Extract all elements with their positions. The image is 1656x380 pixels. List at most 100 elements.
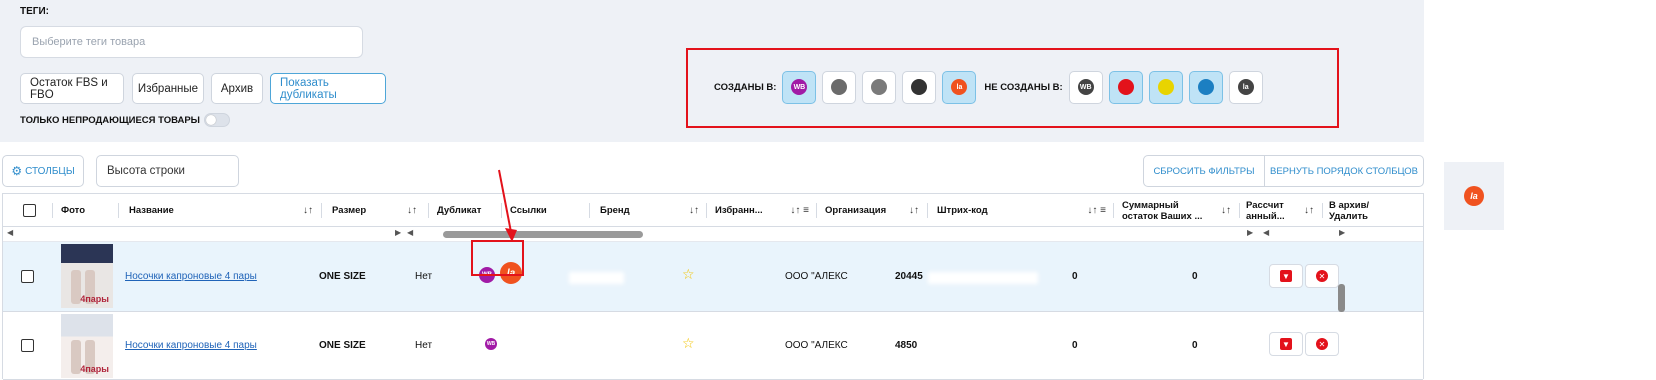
scroll-left-icon[interactable]: ◀ xyxy=(407,228,413,237)
not-created-sber-button[interactable] xyxy=(1188,70,1223,104)
column-separator xyxy=(1113,203,1114,218)
ozon-icon xyxy=(1117,79,1134,95)
red-arrow-annotation xyxy=(498,169,517,242)
col-duplicate-label: Дубликат xyxy=(437,205,482,216)
row-height-select[interactable]: Высота строки xyxy=(96,155,239,187)
favorite-star-icon[interactable]: ☆ xyxy=(682,335,695,352)
product-size: ONE SIZE xyxy=(319,340,366,351)
archive-button[interactable]: ▼ xyxy=(1269,264,1303,288)
sort-icon[interactable]: ↓↑ xyxy=(1304,205,1314,216)
sort-icon[interactable]: ↓↑ xyxy=(909,205,919,216)
lamoda-icon: la xyxy=(1464,186,1484,206)
only-unsold-toggle[interactable] xyxy=(203,113,230,127)
column-separator xyxy=(816,203,817,218)
calculated-value: 0 xyxy=(1192,271,1198,282)
reset-filters-button[interactable]: СБРОСИТЬ ФИЛЬТРЫ xyxy=(1143,155,1265,187)
sber-icon xyxy=(1197,79,1214,95)
gear-icon: ⚙ xyxy=(11,164,23,178)
created-sber-button[interactable] xyxy=(902,70,937,104)
col-photo[interactable]: Фото xyxy=(61,194,117,227)
col-archive-label-2: Удалить xyxy=(1329,210,1368,222)
yandex-icon xyxy=(1157,79,1174,95)
col-name[interactable]: Название ↓↑ xyxy=(129,194,319,227)
sort-icon[interactable]: ↓↑ xyxy=(689,205,699,216)
not-created-lamoda-button[interactable]: la xyxy=(1228,70,1263,104)
scroll-right-icon[interactable]: ▶ xyxy=(395,228,401,237)
scroll-left-icon[interactable]: ◀ xyxy=(1263,228,1269,237)
only-unsold-label: ТОЛЬКО НЕПРОДАЮЩИЕСЯ ТОВАРЫ xyxy=(20,114,200,126)
sort-filter-icon[interactable]: ↓↑ ≡ xyxy=(1087,205,1106,216)
column-separator xyxy=(321,203,322,218)
wb-link-icon[interactable]: WB xyxy=(485,338,497,350)
stock-fbs-fbo-chip[interactable]: Остаток FBS и FBO xyxy=(20,73,124,104)
row-checkbox[interactable] xyxy=(21,339,34,352)
col-brand-label: Бренд xyxy=(600,205,630,216)
favorite-star-icon[interactable]: ☆ xyxy=(682,266,695,283)
photo-tag: 4пары xyxy=(80,294,109,304)
created-wb-button[interactable]: WB xyxy=(782,70,817,104)
delete-button[interactable]: ✕ xyxy=(1305,264,1339,288)
row-checkbox[interactable] xyxy=(21,270,34,283)
barcode-value: 4850 xyxy=(895,340,918,351)
total-stock-value: 0 xyxy=(1072,340,1078,351)
column-separator xyxy=(1322,203,1323,218)
created-in-label: СОЗДАНЫ В: xyxy=(714,81,777,93)
scroll-right-icon[interactable]: ▶ xyxy=(1247,228,1253,237)
product-photo[interactable]: 4пары xyxy=(61,244,113,308)
archive-chip[interactable]: Архив xyxy=(211,73,263,104)
col-calculated-label-2: анный... xyxy=(1246,210,1285,222)
column-separator xyxy=(927,203,928,218)
archive-icon: ▼ xyxy=(1280,270,1292,282)
not-created-wb-button[interactable]: WB xyxy=(1068,70,1103,104)
lamoda-icon: la xyxy=(1237,79,1254,95)
created-yandex-button[interactable] xyxy=(862,70,897,104)
not-created-yandex-button[interactable] xyxy=(1148,70,1183,104)
col-favorite[interactable]: Избранн... ↓↑ ≡ xyxy=(715,194,815,227)
col-barcode[interactable]: Штрих-код ↓↑ ≡ xyxy=(937,194,1112,227)
scroll-left-icon[interactable]: ◀ xyxy=(7,228,13,237)
vertical-scrollbar-thumb[interactable] xyxy=(1338,284,1345,312)
col-organization[interactable]: Организация ↓↑ xyxy=(825,194,925,227)
column-separator xyxy=(706,203,707,218)
col-brand[interactable]: Бренд ↓↑ xyxy=(600,194,705,227)
duplicate-value: Нет xyxy=(415,340,433,351)
tags-input[interactable]: Выберите теги товара xyxy=(20,26,363,58)
product-name-link[interactable]: Носочки капроновые 4 пары xyxy=(125,340,257,351)
col-calculated[interactable]: Рассчит анный... ↓↑ xyxy=(1246,194,1320,227)
archive-icon: ▼ xyxy=(1280,338,1292,350)
table-row[interactable]: 4пары Носочки капроновые 4 пары ONE SIZE… xyxy=(3,312,1423,380)
created-ozon-button[interactable] xyxy=(822,70,857,104)
not-created-ozon-button[interactable] xyxy=(1108,70,1143,104)
col-calculated-label-1: Рассчит xyxy=(1246,199,1284,211)
ozon-icon xyxy=(831,79,848,95)
col-size[interactable]: Размер ↓↑ xyxy=(332,194,423,227)
select-all-checkbox[interactable] xyxy=(23,204,36,217)
scroll-right-icon[interactable]: ▶ xyxy=(1339,228,1345,237)
total-stock-value: 0 xyxy=(1072,271,1078,282)
archive-button[interactable]: ▼ xyxy=(1269,332,1303,356)
sber-icon xyxy=(911,79,928,95)
scrollbar-thumb[interactable] xyxy=(443,231,643,238)
product-size: ONE SIZE xyxy=(319,271,366,282)
created-in-group: WB la xyxy=(782,70,982,104)
sort-filter-icon[interactable]: ↓↑ ≡ xyxy=(790,205,809,216)
delete-icon: ✕ xyxy=(1316,338,1328,350)
col-links[interactable]: Ссылки xyxy=(510,194,590,227)
sort-icon[interactable]: ↓↑ xyxy=(1221,205,1231,216)
show-duplicates-chip[interactable]: Показать дубликаты xyxy=(270,73,386,104)
created-lamoda-button[interactable]: la xyxy=(942,70,977,104)
delete-button[interactable]: ✕ xyxy=(1305,332,1339,356)
product-name-link[interactable]: Носочки капроновые 4 пары xyxy=(125,271,257,282)
product-photo[interactable]: 4пары xyxy=(61,314,113,378)
favorites-chip[interactable]: Избранные xyxy=(132,73,204,104)
horizontal-scrollbar[interactable]: ◀ ▶ ◀ ▶ ◀ ▶ xyxy=(3,227,1423,242)
sort-icon[interactable]: ↓↑ xyxy=(303,205,313,216)
restore-columns-button[interactable]: ВЕРНУТЬ ПОРЯДОК СТОЛБЦОВ xyxy=(1264,155,1424,187)
columns-button[interactable]: ⚙ СТОЛБЦЫ xyxy=(2,155,84,187)
col-total-stock[interactable]: Суммарный остаток Ваших ... ↓↑ xyxy=(1122,194,1237,227)
sort-icon[interactable]: ↓↑ xyxy=(407,205,417,216)
columns-label: СТОЛБЦЫ xyxy=(25,165,75,177)
barcode-redacted xyxy=(928,272,1038,284)
table-row[interactable]: 4пары Носочки капроновые 4 пары ONE SIZE… xyxy=(3,242,1423,312)
products-table: Фото Название ↓↑ Размер ↓↑ Дубликат Ссылки… xyxy=(2,193,1424,380)
